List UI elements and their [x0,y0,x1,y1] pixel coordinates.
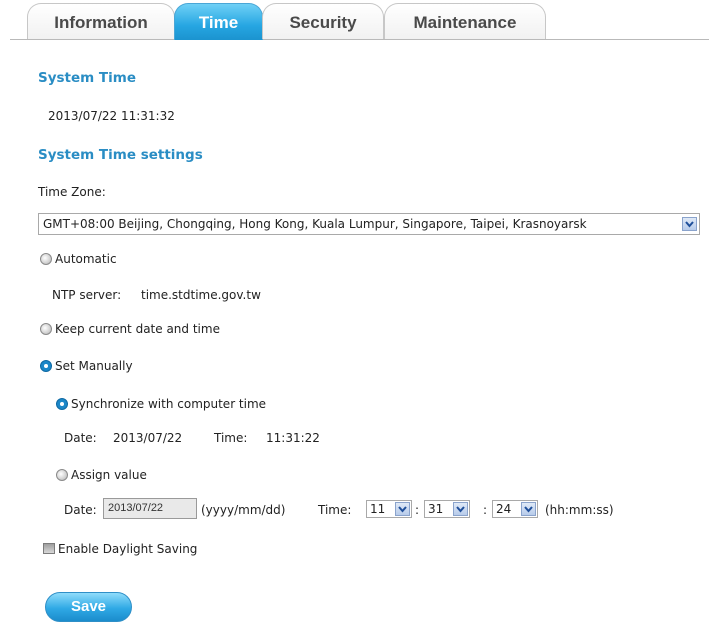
timezone-label: Time Zone: [38,185,106,199]
time-settings-panel: System Time 2013/07/22 11:31:32 System T… [0,0,709,624]
assign-value-label: Assign value [71,468,147,482]
automatic-label: Automatic [55,252,117,266]
set-manually-label: Set Manually [55,359,133,373]
system-time-heading: System Time [38,70,136,86]
chevron-down-icon[interactable] [395,502,410,516]
system-time-value: 2013/07/22 11:31:32 [48,109,175,123]
daylight-saving-label: Enable Daylight Saving [58,542,198,556]
second-value: 24 [496,502,512,516]
minute-select[interactable]: 31 [424,500,470,518]
assign-value-radio[interactable] [56,469,68,481]
ntp-server-value: time.stdtime.gov.tw [141,288,261,302]
chevron-down-icon[interactable] [682,217,697,231]
sync-computer-radio[interactable] [56,398,68,410]
hour-value: 11 [370,502,386,516]
time-separator: : [415,503,420,517]
chevron-down-icon[interactable] [453,502,468,516]
save-button[interactable]: Save [45,592,132,622]
ntp-label: NTP server: [52,288,122,302]
daylight-saving-checkbox[interactable] [43,543,55,554]
chevron-down-icon[interactable] [521,502,536,516]
sync-date-value: 2013/07/22 [113,431,183,445]
automatic-radio[interactable] [40,253,52,265]
timezone-value: GMT+08:00 Beijing, Chongqing, Hong Kong,… [43,217,587,231]
date-format-hint: (yyyy/mm/dd) [201,503,286,517]
keep-current-radio[interactable] [40,323,52,335]
assign-time-label: Time: [318,503,352,517]
time-format-hint: (hh:mm:ss) [545,503,614,517]
sync-date-label: Date: [64,431,97,445]
sync-computer-label: Synchronize with computer time [71,397,267,411]
set-manually-radio[interactable] [40,360,52,372]
assign-date-label: Date: [64,503,97,517]
keep-current-label: Keep current date and time [55,322,220,336]
hour-select[interactable]: 11 [366,500,412,518]
sync-time-label: Time: [214,431,248,445]
second-select[interactable]: 24 [492,500,538,518]
sync-time-value: 11:31:22 [266,431,320,445]
settings-heading: System Time settings [38,147,203,163]
minute-value: 31 [428,502,444,516]
timezone-select[interactable]: GMT+08:00 Beijing, Chongqing, Hong Kong,… [38,213,700,235]
assign-date-input[interactable]: 2013/07/22 [103,498,197,519]
time-separator: : [483,503,488,517]
